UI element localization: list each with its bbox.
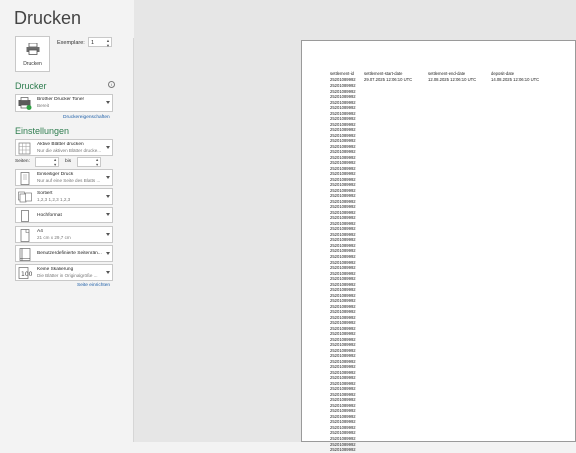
- pages-to-label: bis: [65, 159, 72, 164]
- copies-input[interactable]: 1 ▲ ▼: [88, 37, 112, 48]
- scaling-label: Keine Skalierung: [37, 267, 74, 272]
- table-row: 25201089992: [330, 342, 356, 348]
- print-scope-label: Aktive Blätter drucken: [37, 142, 84, 147]
- chevron-down-icon: [106, 194, 110, 198]
- printer-icon: [18, 97, 32, 110]
- print-scope-dropdown[interactable]: Aktive Blätter drucken Nur die aktiven B…: [15, 139, 113, 156]
- table-cell: 25201089992: [330, 77, 356, 82]
- print-scope-desc: Nur die aktiven Blätter drucke...: [37, 148, 102, 153]
- printer-name: Brother Drucker Toner: [37, 97, 85, 102]
- copies-spinner-icon[interactable]: ▲ ▼: [106, 38, 110, 48]
- table-row: 25201089992: [330, 253, 356, 259]
- paper-size-label: A4: [37, 229, 43, 234]
- single-sided-icon: [20, 172, 30, 185]
- table-row: 25201089992: [330, 309, 356, 315]
- collate-dropdown[interactable]: Sortiert 1,2,3 1,2,3 1,2,3: [15, 188, 113, 205]
- scaling-icon: 100: [18, 267, 32, 279]
- preview-page: settlement-id settlement-start-date sett…: [301, 40, 576, 452]
- paper-icon: [20, 229, 30, 242]
- orientation-label: Hochformat: [37, 213, 62, 218]
- sides-desc: Nur auf eine Seite des Blatts ...: [37, 178, 101, 183]
- chevron-down-icon: [106, 251, 110, 255]
- table-cell: 12.08.2025 12:06:10 UTC: [428, 77, 477, 82]
- table-row: 25201089992: [330, 138, 356, 144]
- chevron-down-icon: [106, 101, 110, 104]
- worksheet-icon: [18, 142, 31, 155]
- sides-dropdown[interactable]: Einseitiger Druck Nur auf eine Seite des…: [15, 169, 113, 186]
- margins-dropdown[interactable]: Benutzerdefinierte Seitenrän...: [15, 245, 113, 262]
- sides-label: Einseitiger Druck: [37, 172, 74, 177]
- paper-size-desc: 21 cm x 29,7 cm: [37, 235, 71, 240]
- column-header: deposit-date: [491, 71, 515, 76]
- pages-to-input[interactable]: ▲ ▼: [77, 157, 101, 167]
- column-header: settlement-id: [330, 71, 354, 76]
- margins-icon: [19, 248, 31, 261]
- table-row: 25201089992: [330, 116, 356, 122]
- table-row: 25201089992: [330, 94, 356, 100]
- print-button-label: Drucken: [23, 61, 42, 67]
- collate-icon: [18, 191, 32, 203]
- scaling-dropdown[interactable]: 100 Keine Skalierung Die Blätter in Orig…: [15, 264, 113, 281]
- printer-status: Bereit: [37, 103, 50, 108]
- column-header: settlement-start-date: [364, 71, 403, 76]
- table-row: 25201089992: [330, 320, 356, 326]
- spinner-icon[interactable]: ▲ ▼: [53, 158, 57, 167]
- spinner-icon[interactable]: ▲ ▼: [95, 158, 99, 167]
- page-setup-link[interactable]: Seite einrichten: [77, 283, 110, 288]
- paper-size-dropdown[interactable]: A4 21 cm x 29,7 cm: [15, 226, 113, 243]
- table-row: 25201089992: [330, 160, 356, 166]
- chevron-down-icon: [106, 213, 110, 216]
- scaling-desc: Die Blätter in Originalgröße ...: [37, 273, 98, 278]
- table-row: 25201089992: [330, 171, 356, 177]
- settlement-id-column: 25201089992 25201089992 25201089992 2520108…: [330, 83, 356, 453]
- collate-label: Sortiert: [37, 191, 53, 196]
- table-cell: 29.07.2025 12:06:10 UTC: [364, 77, 413, 82]
- table-row: 25201089992: [330, 276, 356, 282]
- left-panel: Drucken Drucken Exemplare: 1 ▲ ▼ Drucker …: [0, 0, 134, 442]
- copies-label: Exemplare:: [57, 40, 85, 46]
- margins-label: Benutzerdefinierte Seitenrän...: [37, 251, 102, 256]
- table-row: 25201089992: [330, 182, 356, 188]
- info-icon[interactable]: i: [108, 81, 115, 88]
- chevron-down-icon: [106, 270, 110, 274]
- page-title: Drucken: [14, 8, 82, 28]
- printer-properties-link[interactable]: Druckereigenschaften: [63, 115, 110, 120]
- table-row: 25201089992: [330, 298, 356, 304]
- printer-section-title: Drucker: [15, 81, 47, 91]
- table-row: 25201089992: [330, 331, 356, 337]
- collate-desc: 1,2,3 1,2,3 1,2,3: [37, 197, 71, 202]
- pages-from-input[interactable]: ▲ ▼: [35, 157, 59, 167]
- pages-label: Seiten:: [15, 159, 30, 164]
- table-row: 25201089992: [330, 149, 356, 155]
- column-header: settlement-end-date: [428, 71, 466, 76]
- print-button[interactable]: Drucken: [15, 36, 50, 72]
- table-row: 25201089992: [330, 105, 356, 111]
- pages-range: Seiten: ▲ ▼ bis ▲ ▼: [15, 157, 113, 168]
- table-row: 25201089992: [330, 436, 356, 441]
- table-row: 25201089992: [330, 265, 356, 271]
- settings-section-title: Einstellungen: [15, 126, 70, 136]
- printer-icon: [26, 43, 40, 55]
- portrait-icon: [21, 210, 29, 222]
- table-row: 25201089992: [330, 353, 356, 359]
- orientation-dropdown[interactable]: Hochformat: [15, 207, 113, 223]
- table-row: 25201089992: [330, 83, 356, 88]
- copies-value: 1: [91, 40, 95, 46]
- chevron-down-icon: [106, 175, 110, 179]
- table-row: 25201089992: [330, 287, 356, 293]
- chevron-down-icon: [106, 232, 110, 236]
- svg-text:100: 100: [21, 271, 32, 278]
- table-cell: 14.08.2025 12:06:10 UTC: [491, 77, 540, 82]
- table-row: 25201089992: [330, 447, 356, 453]
- printer-dropdown[interactable]: Brother Drucker Toner Bereit: [15, 94, 113, 112]
- chevron-down-icon: [106, 145, 110, 149]
- table-row: 25201089992: [330, 127, 356, 133]
- table-row: 25201089992: [330, 364, 356, 370]
